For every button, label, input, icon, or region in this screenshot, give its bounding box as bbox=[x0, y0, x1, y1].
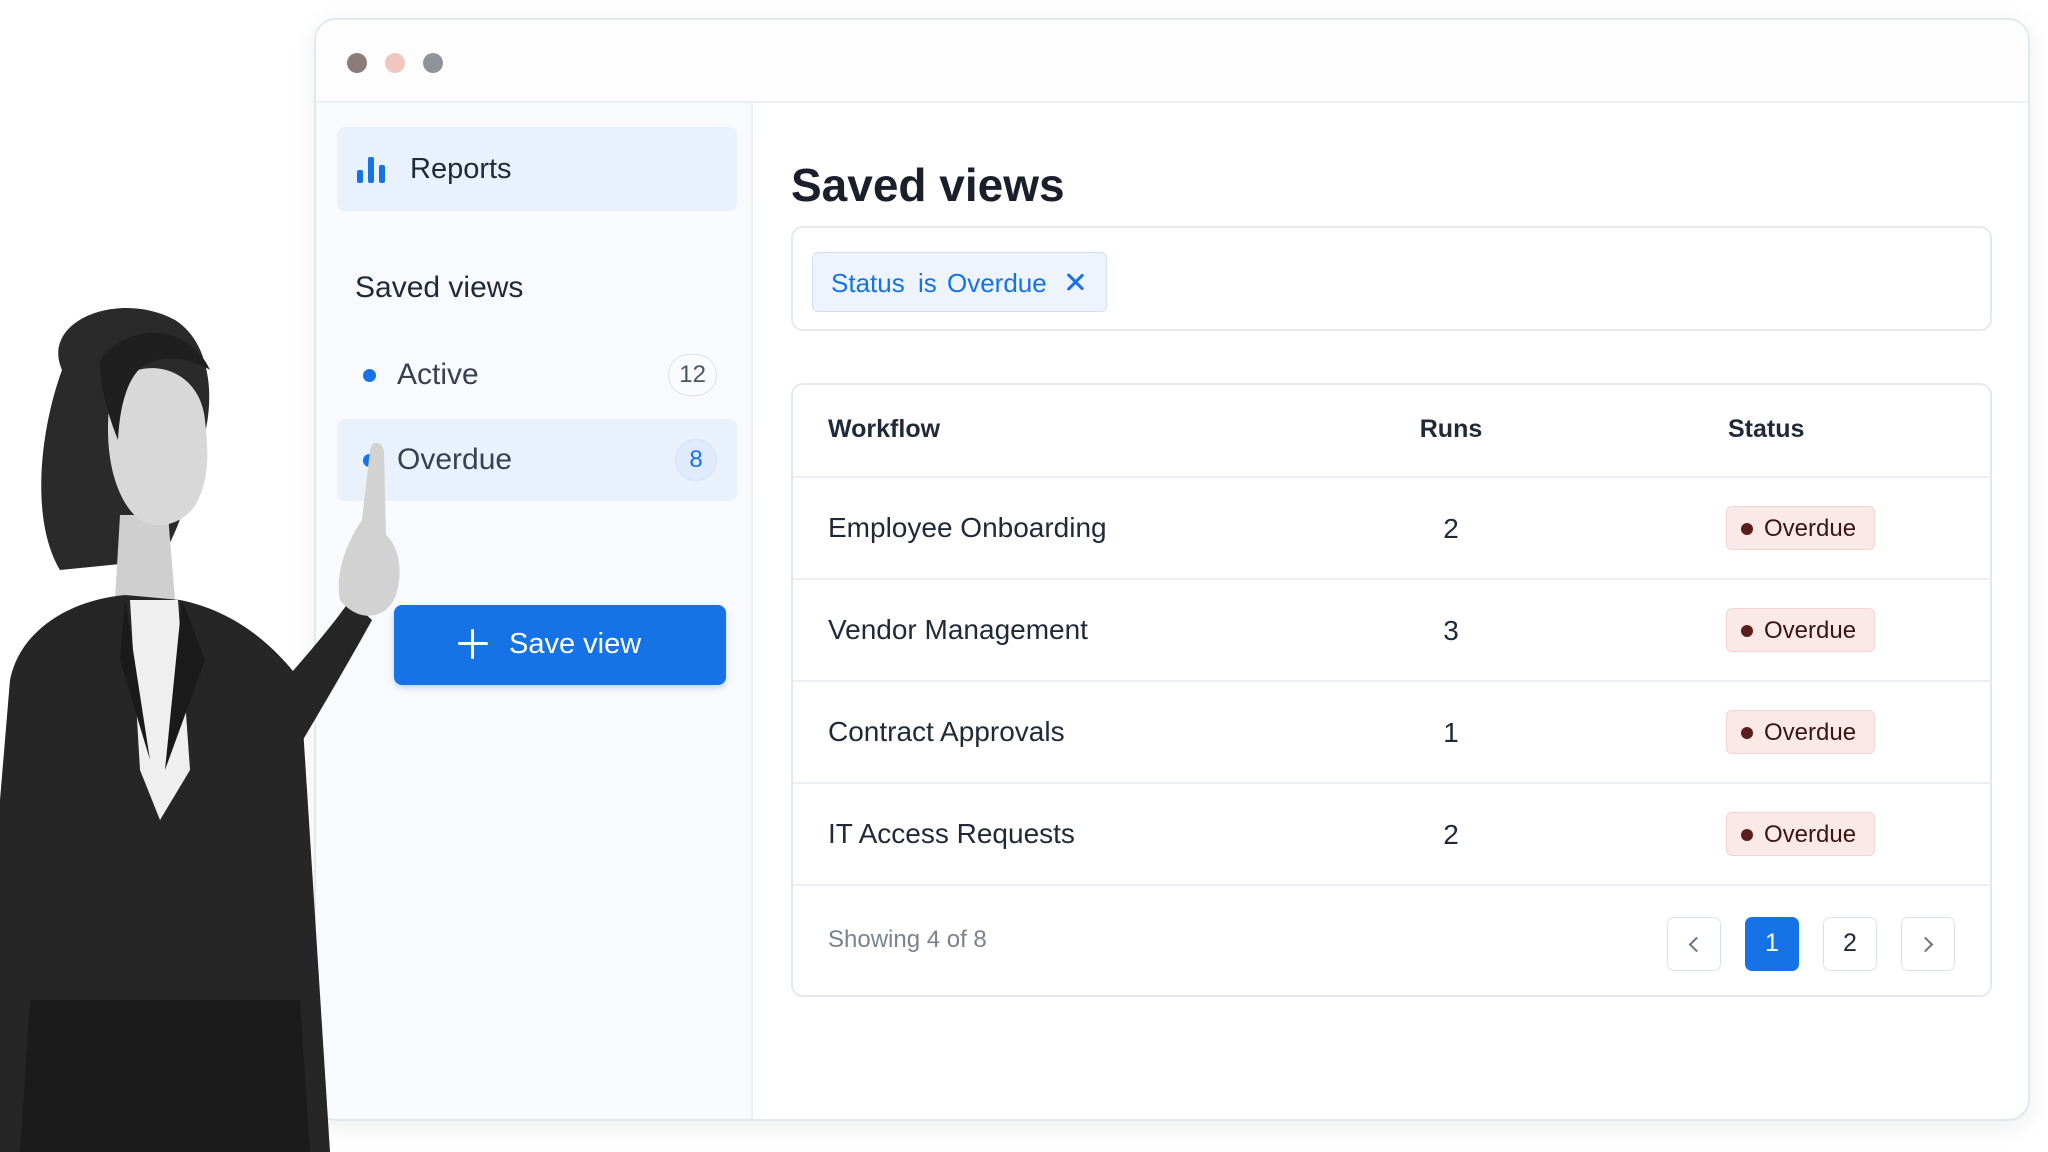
view-bullet bbox=[363, 369, 376, 382]
status-dot bbox=[1741, 829, 1753, 841]
filter-field: Status bbox=[831, 268, 905, 298]
column-header-runs[interactable]: Runs bbox=[1411, 415, 1491, 444]
main-content: Saved views Status is Overdue Workflow R… bbox=[753, 103, 2028, 1119]
table-row[interactable]: Employee Onboarding 2 Overdue bbox=[793, 478, 1990, 580]
page-title: Saved views bbox=[791, 159, 1065, 211]
window-titlebar bbox=[316, 20, 2028, 103]
app-window: Reports Saved views Active 12 Overdue 8 … bbox=[314, 18, 2030, 1121]
sidebar: Reports Saved views Active 12 Overdue 8 … bbox=[316, 103, 753, 1119]
next-page-button[interactable] bbox=[1901, 917, 1955, 971]
runs-cell: 2 bbox=[1443, 819, 1459, 850]
status-label: Overdue bbox=[1764, 821, 1857, 848]
runs-cell: 2 bbox=[1443, 513, 1459, 544]
saved-view-label: Overdue bbox=[397, 443, 513, 476]
column-header-workflow[interactable]: Workflow bbox=[828, 415, 940, 444]
saved-view-label: Active bbox=[397, 358, 479, 391]
window-minimize-dot[interactable] bbox=[385, 53, 405, 73]
window-maximize-dot[interactable] bbox=[423, 53, 443, 73]
table-row[interactable]: Contract Approvals 1 Overdue bbox=[793, 682, 1990, 784]
save-view-button[interactable]: Save view bbox=[394, 605, 726, 685]
close-icon[interactable] bbox=[1066, 273, 1084, 291]
workflow-cell: Contract Approvals bbox=[828, 716, 1065, 747]
view-bullet bbox=[363, 454, 376, 467]
status-label: Overdue bbox=[1764, 719, 1857, 746]
status-label: Overdue bbox=[1764, 515, 1857, 542]
sidebar-item-reports[interactable]: Reports bbox=[337, 127, 737, 211]
chevron-left-icon bbox=[1688, 936, 1705, 953]
saved-view-overdue[interactable]: Overdue 8 bbox=[337, 419, 737, 501]
filter-operator: is bbox=[918, 268, 937, 298]
table-row[interactable]: IT Access Requests 2 Overdue bbox=[793, 784, 1990, 886]
workflow-cell: Employee Onboarding bbox=[828, 512, 1107, 543]
status-dot bbox=[1741, 523, 1753, 535]
page-button-2[interactable]: 2 bbox=[1823, 917, 1877, 971]
status-badge: Overdue bbox=[1726, 608, 1875, 652]
column-header-status[interactable]: Status bbox=[1728, 415, 1804, 444]
runs-cell: 1 bbox=[1443, 717, 1459, 748]
window-close-dot[interactable] bbox=[347, 53, 367, 73]
filter-bar: Status is Overdue bbox=[791, 226, 1992, 331]
saved-view-active[interactable]: Active 12 bbox=[337, 334, 737, 416]
runs-cell: 3 bbox=[1443, 615, 1459, 646]
table-row[interactable]: Vendor Management 3 Overdue bbox=[793, 580, 1990, 682]
saved-view-count: 8 bbox=[675, 439, 717, 481]
filter-value: Overdue bbox=[947, 268, 1047, 298]
table-footer: Showing 4 of 8 1 2 bbox=[793, 884, 1990, 995]
workflow-table: Workflow Runs Status Employee Onboarding… bbox=[791, 383, 1992, 997]
status-badge: Overdue bbox=[1726, 812, 1875, 856]
workflow-cell: Vendor Management bbox=[828, 614, 1088, 645]
chevron-right-icon bbox=[1917, 936, 1934, 953]
saved-views-heading: Saved views bbox=[355, 271, 524, 304]
sidebar-item-label: Reports bbox=[410, 153, 512, 185]
showing-count: Showing 4 of 8 bbox=[828, 926, 987, 953]
plus-icon bbox=[458, 629, 488, 659]
status-badge: Overdue bbox=[1726, 710, 1875, 754]
workflow-cell: IT Access Requests bbox=[828, 818, 1075, 849]
status-dot bbox=[1741, 727, 1753, 739]
status-badge: Overdue bbox=[1726, 506, 1875, 550]
table-header: Workflow Runs Status bbox=[793, 385, 1990, 478]
prev-page-button[interactable] bbox=[1667, 917, 1721, 971]
filter-chip[interactable]: Status is Overdue bbox=[812, 252, 1107, 312]
status-dot bbox=[1741, 625, 1753, 637]
bar-chart-icon bbox=[357, 157, 387, 183]
status-label: Overdue bbox=[1764, 617, 1857, 644]
saved-view-count: 12 bbox=[668, 354, 717, 396]
page-button-1[interactable]: 1 bbox=[1745, 917, 1799, 971]
save-view-button-label: Save view bbox=[509, 628, 642, 660]
